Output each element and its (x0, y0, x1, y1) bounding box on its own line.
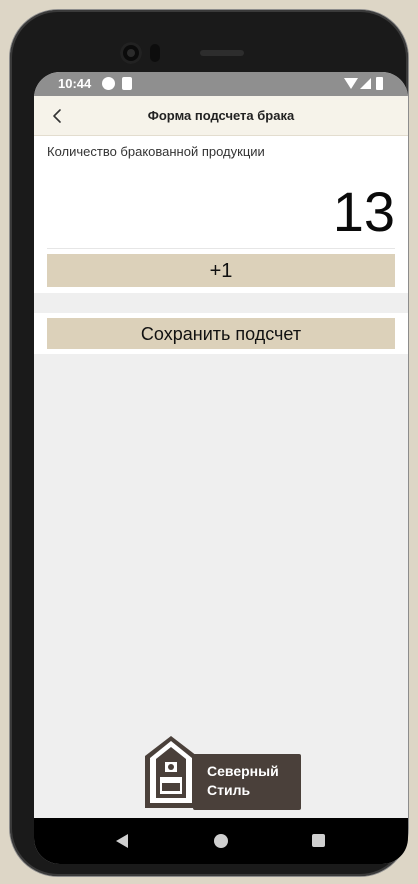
increment-button[interactable]: +1 (47, 254, 395, 287)
home-nav-icon[interactable] (214, 834, 228, 848)
signal-icon (360, 78, 371, 89)
counter-label: Количество бракованной продукции (47, 144, 265, 159)
system-nav-bar (34, 818, 408, 864)
recents-nav-icon[interactable] (312, 834, 325, 847)
sd-card-icon (122, 77, 132, 90)
status-time: 10:44 (58, 76, 92, 91)
counter-card: Количество бракованной продукции 13 +1 (34, 136, 408, 293)
brand-logo: Северный Стиль (141, 732, 303, 812)
front-camera-icon (120, 42, 142, 64)
save-section: Сохранить подсчет (34, 313, 408, 354)
earpiece-speaker (200, 50, 244, 56)
brand-line2: Стиль (207, 782, 251, 798)
phone-frame: 10:44 Форма подсчета брака Количество бр… (10, 10, 408, 876)
house-logo-icon (145, 736, 197, 808)
divider (47, 248, 395, 249)
app-bar: Форма подсчета брака (34, 96, 408, 136)
screen: 10:44 Форма подсчета брака Количество бр… (34, 72, 408, 864)
counter-value: 13 (332, 180, 395, 243)
page-title: Форма подсчета брака (147, 108, 295, 123)
battery-icon (376, 77, 383, 90)
wifi-icon (344, 78, 358, 89)
notification-icon (102, 77, 115, 90)
back-nav-icon[interactable] (116, 834, 128, 848)
brand-line1: Северный (207, 763, 279, 779)
save-button[interactable]: Сохранить подсчет (47, 318, 395, 349)
status-bar: 10:44 (34, 72, 408, 96)
sensor-icon (150, 44, 160, 62)
